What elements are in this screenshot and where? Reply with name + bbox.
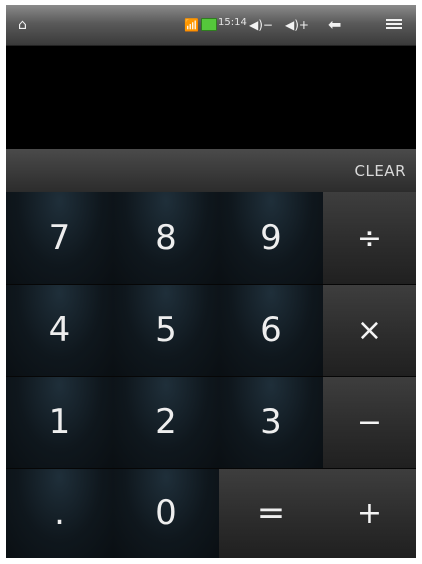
signal-icon: 📶 bbox=[184, 18, 199, 32]
row-divider bbox=[6, 376, 416, 377]
calculator-display bbox=[6, 46, 416, 149]
row-divider bbox=[6, 284, 416, 285]
key-subtract[interactable]: − bbox=[323, 376, 416, 468]
key-equals[interactable]: = bbox=[219, 468, 323, 558]
volume-up-icon[interactable]: ◀)+ bbox=[285, 16, 309, 34]
key-7[interactable]: 7 bbox=[6, 192, 113, 284]
key-5[interactable]: 5 bbox=[113, 284, 219, 376]
key-9[interactable]: 9 bbox=[219, 192, 323, 284]
key-1[interactable]: 1 bbox=[6, 376, 113, 468]
home-icon[interactable]: ⌂ bbox=[18, 16, 27, 34]
key-3[interactable]: 3 bbox=[219, 376, 323, 468]
keypad: 7 8 9 ÷ 4 5 6 × 1 2 3 − . 0 = + bbox=[6, 192, 416, 558]
status-bar: ⌂ 📶 15:14 ◀)− ◀)+ ⬅ bbox=[6, 5, 416, 46]
clear-row: CLEAR bbox=[6, 149, 416, 192]
status-clock: 15:14 bbox=[218, 17, 247, 28]
key-2[interactable]: 2 bbox=[113, 376, 219, 468]
calculator-app: ⌂ 📶 15:14 ◀)− ◀)+ ⬅ CLEAR 7 8 9 ÷ 4 5 6 … bbox=[6, 5, 416, 558]
clear-button[interactable]: CLEAR bbox=[355, 162, 407, 180]
volume-down-icon[interactable]: ◀)− bbox=[249, 16, 273, 34]
key-add[interactable]: + bbox=[323, 468, 416, 558]
back-icon[interactable]: ⬅ bbox=[328, 16, 341, 34]
key-decimal[interactable]: . bbox=[6, 468, 113, 558]
key-4[interactable]: 4 bbox=[6, 284, 113, 376]
key-multiply[interactable]: × bbox=[323, 284, 416, 376]
row-divider bbox=[6, 468, 416, 469]
key-divide[interactable]: ÷ bbox=[323, 192, 416, 284]
key-0[interactable]: 0 bbox=[113, 468, 219, 558]
battery-icon bbox=[201, 18, 217, 31]
key-8[interactable]: 8 bbox=[113, 192, 219, 284]
menu-icon[interactable] bbox=[386, 19, 402, 31]
key-6[interactable]: 6 bbox=[219, 284, 323, 376]
